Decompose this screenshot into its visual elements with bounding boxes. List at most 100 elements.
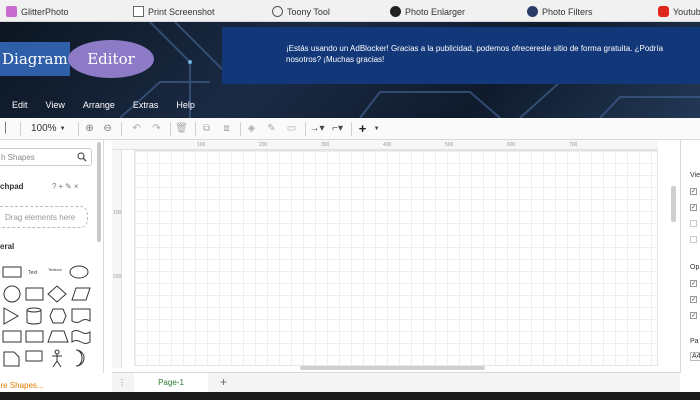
textbox-shape[interactable]: Textbox [48,267,62,272]
page-bar: ⋮ Page-1 + [112,372,680,393]
ruler-tick: 600 [507,142,516,148]
cylinder-shape[interactable] [26,307,42,325]
text-shape[interactable]: Text [28,270,38,276]
print-icon [133,6,144,17]
insert-plus-icon[interactable]: + [356,121,370,137]
canvas-vertical-scrollbar[interactable] [671,186,676,222]
shape-palette: Text Textbox [2,265,91,368]
logo-diagram-text: Diagram [0,42,70,76]
zoom-value: 100% [31,123,57,134]
ruler-horizontal: 100 200 300 400 500 600 700 [112,140,658,150]
checkbox-unchecked[interactable] [690,236,697,243]
bookmark-photo-filters[interactable]: Photo Filters [527,4,593,19]
more-shapes-link[interactable]: ore Shapes... [0,381,44,390]
general-section-label[interactable]: eral [0,242,14,251]
shadow-icon[interactable]: ▭ [285,121,299,137]
to-front-icon[interactable]: ⧉ [200,121,214,137]
circle-shape[interactable] [3,285,21,303]
zoom-out-icon[interactable]: ⊖ [101,121,115,137]
enlarger-icon [390,6,401,17]
trapezoid-shape[interactable] [47,330,69,343]
bookmark-label: Photo Filters [542,6,593,17]
checkbox-checked[interactable]: ✓ [690,280,697,287]
options-section-label: Op [690,264,700,271]
bookmark-glitterphoto[interactable]: GlitterPhoto [6,4,69,19]
delete-icon[interactable]: 🗑 [175,121,189,137]
moon-shape[interactable] [75,349,85,367]
hexagon-shape[interactable] [49,308,67,324]
diamond-shape[interactable] [47,285,67,303]
redo-icon[interactable]: ↷ [150,121,164,137]
checkbox-checked[interactable]: ✓ [690,188,697,195]
paper-size-select[interactable]: A4 [690,352,700,361]
rectangle-shape[interactable] [2,266,22,278]
undo-icon[interactable]: ↶ [130,121,144,137]
to-back-icon[interactable]: ⧈ [220,121,234,137]
add-page-button[interactable]: + [220,375,227,389]
scratchpad-actions-icon[interactable]: ?+✎× [52,182,81,191]
checkbox-checked[interactable]: ✓ [690,312,697,319]
format-panel: Vie ✓ ✓ Op ✓ ✓ ✓ Pa A4 [680,140,700,373]
checkbox-checked[interactable]: ✓ [690,296,697,303]
zoom-in-icon[interactable]: ⊕ [83,121,97,137]
ellipse-shape[interactable] [69,265,89,279]
menu-view[interactable]: View [46,100,65,110]
chevron-down-icon: ▼ [59,125,66,132]
scratchpad-label[interactable]: chpad [0,182,24,191]
note-shape[interactable] [3,351,20,367]
process-shape[interactable] [2,330,22,343]
ruler-tick: 100 [113,210,122,216]
menu-extras[interactable]: Extras [133,100,159,110]
square-shape[interactable] [25,287,44,301]
canvas-horizontal-scrollbar[interactable] [300,366,485,370]
menu-arrange[interactable]: Arrange [83,100,115,110]
actor-shape[interactable] [52,349,62,368]
fill-color-icon[interactable]: ◈ [245,121,259,137]
callout-shape[interactable] [25,350,43,362]
bookmark-label: Youtub [673,6,700,17]
zoom-select[interactable]: 100% ▼ [31,121,66,137]
bookmark-print-screenshot[interactable]: Print Screenshot [133,4,215,19]
menu-edit[interactable]: Edit [12,100,28,110]
diagram-canvas[interactable] [134,150,658,366]
tab-page-1[interactable]: Page-1 [134,373,208,393]
format-panel-icon[interactable]: ▏ [2,121,16,137]
search-icon [77,152,87,164]
ruler-tick: 700 [569,142,578,148]
tape-shape[interactable] [71,330,91,344]
paper-section-label: Pa [690,338,699,345]
parallelogram-shape[interactable] [71,287,91,301]
card-shape[interactable] [25,330,44,343]
chevron-down-icon[interactable]: ▼ [370,121,384,137]
bookmark-photo-enlarger[interactable]: Photo Enlarger [390,4,465,19]
toolbar: ▏ 100% ▼ ⊕ ⊖ ↶ ↷ 🗑 ⧉ ⧈ ◈ ✎ ▭ →▾ ⌐▾ + ▼ [0,118,700,140]
youtube-icon [658,6,669,17]
window-footer [0,392,700,400]
sidebar-scrollbar[interactable] [97,142,101,242]
shapes-sidebar: h Shapes chpad ?+✎× Drag elements here e… [0,140,104,390]
bookmark-youtube[interactable]: Youtub [658,4,700,19]
bookmark-label: Photo Enlarger [405,6,466,17]
view-section-label: Vie [690,172,700,179]
bookmark-toony-tool[interactable]: Toony Tool [272,4,330,19]
ruler-tick: 200 [259,142,268,148]
toolbar-divider [304,121,306,136]
checkbox-checked[interactable]: ✓ [690,204,697,211]
ruler-tick: 300 [321,142,330,148]
waypoint-style-icon[interactable]: ⌐▾ [331,121,345,137]
line-color-icon[interactable]: ✎ [265,121,279,137]
checkbox-unchecked[interactable] [690,220,697,227]
toolbar-divider [20,121,21,136]
triangle-shape[interactable] [3,307,20,325]
pages-menu-icon[interactable]: ⋮ [118,378,126,387]
adblock-notice: ¡Estás usando un AdBlocker! Gracias a la… [222,27,700,84]
menu-help[interactable]: Help [176,100,195,110]
bookmark-label: Toony Tool [287,6,330,17]
connection-style-icon[interactable]: →▾ [310,121,325,137]
search-shapes-input[interactable]: h Shapes [0,148,92,166]
ruler-tick: 400 [383,142,392,148]
ruler-tick: 200 [113,274,122,280]
scratchpad-dropzone[interactable]: Drag elements here [0,206,88,228]
toolbar-divider [169,121,171,136]
document-shape[interactable] [71,308,91,323]
